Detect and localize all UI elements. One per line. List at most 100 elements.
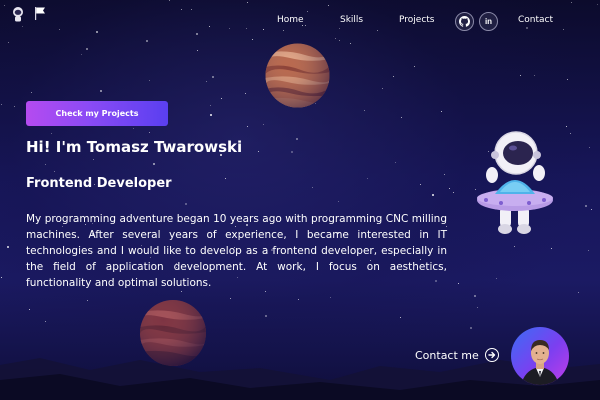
star xyxy=(149,132,150,133)
star xyxy=(230,298,231,299)
star xyxy=(520,75,521,76)
star xyxy=(31,92,32,93)
star xyxy=(81,54,82,55)
contact-me-label: Contact me xyxy=(415,348,479,362)
star xyxy=(444,174,445,175)
star xyxy=(149,80,150,81)
star xyxy=(496,278,497,279)
nav-link-contact[interactable]: Contact xyxy=(518,15,553,25)
star xyxy=(265,291,266,292)
github-button[interactable] xyxy=(455,12,474,31)
star xyxy=(566,126,567,127)
star xyxy=(335,38,336,39)
star xyxy=(449,188,450,189)
star xyxy=(567,79,568,80)
star xyxy=(1,277,2,278)
star xyxy=(458,283,459,284)
star xyxy=(54,171,55,172)
star xyxy=(432,194,434,196)
star xyxy=(86,48,88,50)
star xyxy=(14,106,15,107)
star xyxy=(51,133,52,134)
star xyxy=(196,33,198,35)
star xyxy=(291,151,293,153)
profile-avatar[interactable] xyxy=(511,327,569,385)
star xyxy=(210,114,212,116)
hero-description: My programming adventure began 10 years … xyxy=(26,213,447,289)
star xyxy=(534,75,535,76)
linkedin-icon: in xyxy=(484,17,493,26)
star xyxy=(93,159,94,160)
arrow-right-circle-icon xyxy=(484,348,499,362)
star xyxy=(197,50,198,51)
hero-subtitle: Frontend Developer xyxy=(26,176,172,191)
star xyxy=(414,66,415,67)
star xyxy=(312,187,313,188)
star xyxy=(338,201,339,202)
star xyxy=(298,299,299,300)
star xyxy=(7,246,9,248)
star xyxy=(588,250,589,251)
star xyxy=(585,205,587,207)
star xyxy=(441,111,442,112)
star xyxy=(578,292,579,293)
star xyxy=(477,307,478,308)
hero-title: Hi! I'm Tomasz Twarowski xyxy=(26,138,243,156)
star xyxy=(393,76,394,77)
star xyxy=(133,128,134,129)
star xyxy=(330,297,331,298)
star xyxy=(350,43,351,44)
star xyxy=(221,98,222,99)
star xyxy=(395,162,396,163)
star xyxy=(252,39,253,40)
star xyxy=(1,104,2,105)
portrait-image xyxy=(521,340,559,385)
star xyxy=(265,315,267,317)
star xyxy=(400,317,401,318)
star xyxy=(571,2,572,3)
star xyxy=(247,126,248,127)
star xyxy=(225,178,226,179)
star xyxy=(367,178,368,179)
star xyxy=(212,76,214,78)
star xyxy=(364,110,365,111)
star xyxy=(29,309,30,310)
star xyxy=(245,93,246,94)
mountains-silhouette xyxy=(0,358,600,400)
star xyxy=(296,138,298,140)
contact-me-link[interactable]: Contact me xyxy=(415,346,499,364)
star xyxy=(382,88,383,89)
star xyxy=(258,151,259,152)
star xyxy=(453,192,454,193)
planet-top-illustration xyxy=(265,43,330,108)
star xyxy=(263,124,264,125)
star xyxy=(328,5,329,6)
star xyxy=(589,147,590,148)
star xyxy=(153,163,155,165)
nav-link-projects[interactable]: Projects xyxy=(399,15,434,25)
star xyxy=(551,248,552,249)
star xyxy=(146,40,148,42)
star xyxy=(514,246,515,247)
linkedin-button[interactable]: in xyxy=(479,12,498,31)
check-projects-button[interactable]: Check my Projects xyxy=(26,101,168,126)
page: Home Skills Projects in Contact Check my… xyxy=(0,0,600,400)
star xyxy=(45,164,46,165)
astronaut-ufo-illustration xyxy=(477,131,553,234)
star xyxy=(181,291,182,292)
star xyxy=(185,203,187,205)
nav-link-skills[interactable]: Skills xyxy=(340,15,363,25)
star xyxy=(206,81,207,82)
star xyxy=(210,105,211,106)
star xyxy=(4,5,5,6)
star xyxy=(420,184,421,185)
nav-link-home[interactable]: Home xyxy=(277,15,304,25)
star xyxy=(8,42,9,43)
star xyxy=(570,133,571,134)
star xyxy=(87,300,88,301)
star xyxy=(591,209,592,210)
star xyxy=(474,295,476,297)
star xyxy=(339,40,340,41)
star xyxy=(169,0,170,1)
github-icon xyxy=(459,16,470,27)
